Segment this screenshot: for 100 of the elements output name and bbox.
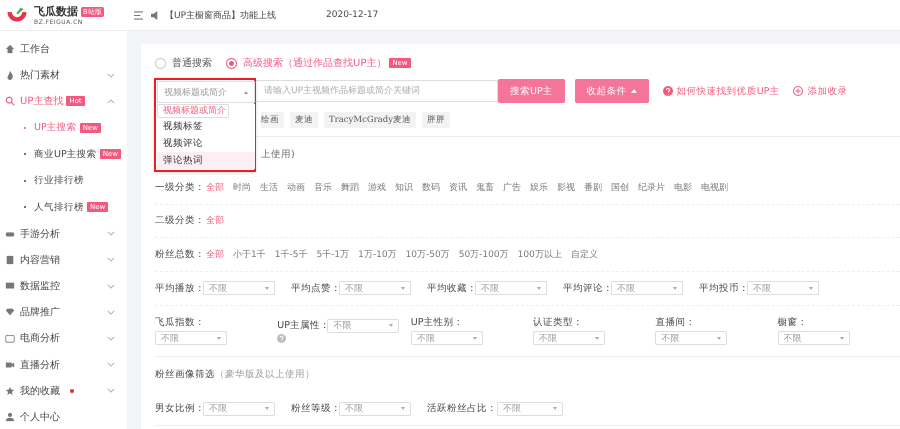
filter-option[interactable]: 游戏 <box>368 180 386 194</box>
sidebar-item[interactable]: 直播分析 <box>0 352 127 378</box>
filter-option[interactable]: 生活 <box>260 180 278 194</box>
notice-text[interactable]: 【UP主橱窗商品】功能上线 <box>165 8 276 22</box>
nav-icon <box>5 96 15 106</box>
filter-option[interactable]: 鬼畜 <box>476 180 494 194</box>
filter-option[interactable]: 国创 <box>611 180 629 194</box>
notice-date: 2020-12-17 <box>326 10 378 20</box>
filter-select[interactable]: 不限 <box>155 331 227 345</box>
filter-option[interactable]: 舞蹈 <box>341 180 359 194</box>
history-tag[interactable]: 胖胖 <box>422 112 450 128</box>
filter-option[interactable]: 资讯 <box>449 180 467 194</box>
add-link[interactable]: 添加收录 <box>807 84 848 98</box>
search-button[interactable]: 搜索UP主 <box>498 79 565 103</box>
dropdown-option[interactable]: 弹论热词 <box>157 152 255 169</box>
filter-select[interactable]: 不限 <box>747 281 819 295</box>
sidebar-item[interactable]: 我的收藏 <box>0 378 127 404</box>
filter-option[interactable]: 自定义 <box>570 248 598 261</box>
filter-option[interactable]: 影视 <box>557 180 575 194</box>
filter-option[interactable]: 电视剧 <box>701 180 728 194</box>
field-select[interactable]: 视频标题或简介 <box>157 81 255 103</box>
filter-option[interactable]: 全部 <box>206 248 224 261</box>
filter-label: 男女比例： <box>155 402 203 415</box>
filter-select[interactable]: 不限 <box>655 331 728 345</box>
search-field[interactable]: 请输入UP主视频作品标题或简介关键词 <box>255 80 498 102</box>
sidebar-item[interactable]: 手游分析 <box>0 220 127 247</box>
sidebar-item[interactable]: 品牌推广 <box>0 299 127 326</box>
filter-label: 飞瓜指数： <box>155 316 203 329</box>
radio-button[interactable] <box>226 58 237 68</box>
filter-option[interactable]: 知识 <box>395 180 413 194</box>
filter-select[interactable]: 不限 <box>410 331 483 345</box>
radio-button[interactable] <box>155 58 166 68</box>
nav-icon <box>5 281 15 292</box>
filter-option[interactable]: 10万-50万 <box>406 248 450 261</box>
nav-label: 工作台 <box>20 42 50 56</box>
nav-icon <box>5 412 15 422</box>
filter-option[interactable]: 动画 <box>287 180 305 194</box>
radio-label[interactable]: 高级搜索（通过作品查找UP主） <box>243 56 386 70</box>
filter-label: 平均收藏： <box>427 282 475 294</box>
filter-label: 平均播放： <box>155 282 203 294</box>
filter-option[interactable]: 纪录片 <box>638 180 665 194</box>
filter-select[interactable]: 不限 <box>327 318 400 332</box>
filter-option[interactable]: 娱乐 <box>530 180 548 194</box>
filter-option[interactable]: 广告 <box>503 180 521 194</box>
sidebar-item[interactable]: 个人中心 <box>0 404 127 429</box>
dropdown-option[interactable]: 视频评论 <box>157 135 255 152</box>
filter-select[interactable]: 不限 <box>778 331 850 345</box>
chevron-icon <box>107 257 115 262</box>
filter-label: 平均评论： <box>563 282 611 294</box>
sidebar-item[interactable]: 数据监控 <box>0 272 127 300</box>
filter-select[interactable]: 不限 <box>339 281 411 295</box>
sidebar-item[interactable]: 内容营销 <box>0 246 127 273</box>
help-link[interactable]: 如何快速找到优质UP主 <box>676 84 780 98</box>
nav-label: 直播分析 <box>20 358 60 372</box>
nav-icon <box>5 360 15 370</box>
filter-select[interactable]: 不限 <box>475 281 547 295</box>
filter-option[interactable]: 100万以上 <box>518 248 562 261</box>
dropdown-option[interactable]: 视频标签 <box>157 118 255 135</box>
nav-icon <box>5 70 15 80</box>
filter-select[interactable]: 不限 <box>339 402 411 416</box>
filter-label: UP主属性： <box>277 318 326 332</box>
filter-option[interactable]: 番剧 <box>584 180 602 194</box>
chevron-icon <box>107 98 115 104</box>
dropdown-option[interactable]: 视频标题或简介 <box>157 104 229 118</box>
filter-select[interactable]: 不限 <box>497 402 563 416</box>
help-icon <box>277 334 286 342</box>
filter-select[interactable]: 不限 <box>611 281 683 295</box>
nav-icon <box>5 307 15 318</box>
chevron-icon <box>107 362 115 368</box>
history-tag[interactable]: 绘画 <box>261 112 284 128</box>
filter-option[interactable]: 1千-5千 <box>274 248 308 261</box>
chevron-icon <box>107 388 115 394</box>
filter-option[interactable]: 50万-100万 <box>458 248 509 261</box>
filter-select[interactable]: 不限 <box>533 331 606 345</box>
nav-label: 手游分析 <box>20 228 60 241</box>
sidebar-item[interactable]: 热门素材 <box>0 62 127 88</box>
collapse-button[interactable]: 收起条件 <box>574 79 649 103</box>
filter-option[interactable]: 小于1千 <box>233 248 266 261</box>
nav-label: 人气排行榜 <box>34 200 84 214</box>
nav-label: 数据监控 <box>20 280 60 294</box>
filter-option[interactable]: 数码 <box>422 180 440 194</box>
filter-option[interactable]: 电影 <box>674 180 692 194</box>
filter-option[interactable]: 全部 <box>206 214 224 228</box>
sidebar-subitem[interactable]: 行业排行榜 <box>0 168 127 194</box>
filter-select[interactable]: 不限 <box>203 281 275 295</box>
history-tag[interactable]: TracyMcGrady麦迪 <box>324 112 416 128</box>
filter-option[interactable]: 全部 <box>206 180 224 194</box>
radio-label[interactable]: 普通搜索 <box>172 56 212 70</box>
history-tag[interactable]: 麦迪 <box>290 112 318 128</box>
filter-select[interactable]: 不限 <box>203 402 275 416</box>
filter-option[interactable]: 音乐 <box>314 180 332 194</box>
sidebar-item[interactable]: 电商分析 <box>0 325 127 352</box>
nav-label: 行业排行榜 <box>34 174 84 188</box>
filter-option[interactable]: 5千-1万 <box>316 248 350 261</box>
filter-option[interactable]: 时尚 <box>233 180 251 194</box>
filter-label: 认证类型： <box>533 316 582 329</box>
filter-option[interactable]: 1万-10万 <box>358 248 397 261</box>
sidebar-item[interactable]: 工作台 <box>0 36 127 62</box>
menu-icon[interactable] <box>133 10 144 20</box>
help-icon <box>662 86 673 96</box>
